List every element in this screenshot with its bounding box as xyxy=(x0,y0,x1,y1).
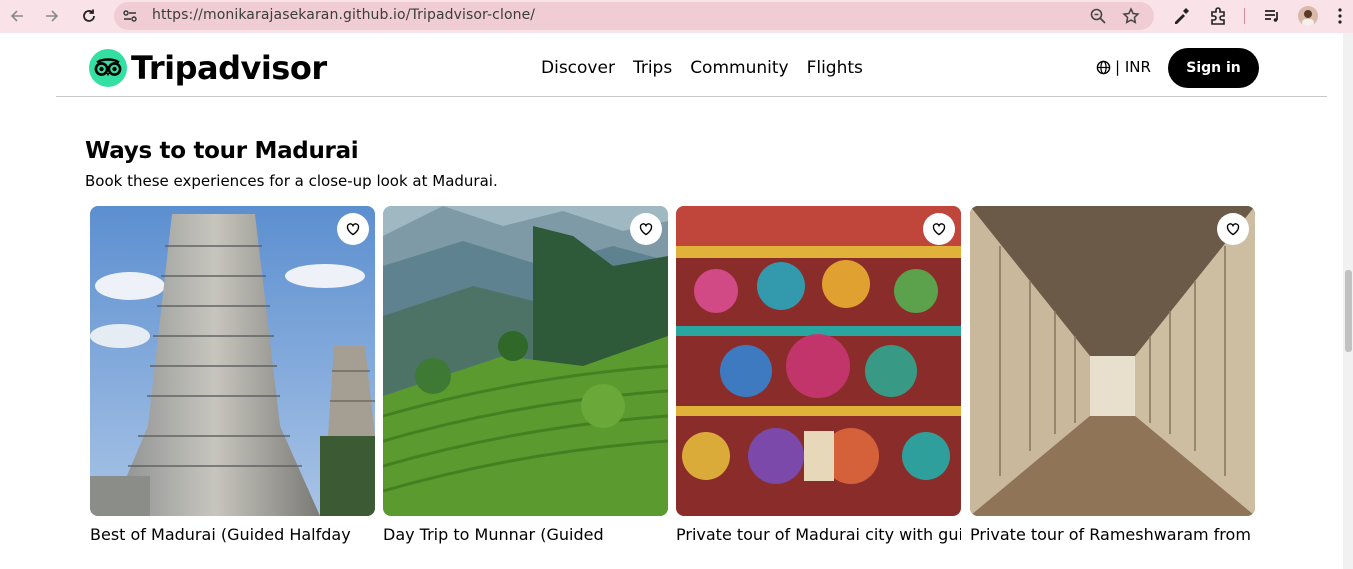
card-title[interactable]: Best of Madurai (Guided Halfday xyxy=(90,525,375,544)
nav-trips[interactable]: Trips xyxy=(633,58,672,78)
logo-text: Tripadvisor xyxy=(131,49,327,87)
browser-toolbar: https://monikarajasekaran.github.io/Trip… xyxy=(0,0,1353,33)
favorite-heart-icon[interactable] xyxy=(1217,213,1249,245)
logo[interactable]: Tripadvisor xyxy=(89,49,327,87)
section-subtitle: Book these experiences for a close-up lo… xyxy=(85,172,498,190)
card-title[interactable]: Day Trip to Munnar (Guided xyxy=(383,525,668,544)
toolbar-divider xyxy=(1244,8,1245,24)
forward-arrow-icon[interactable] xyxy=(41,5,63,27)
nav-community[interactable]: Community xyxy=(690,58,788,78)
scrollbar-thumb[interactable] xyxy=(1345,270,1352,352)
card-image-tea-hills[interactable] xyxy=(383,206,668,516)
media-queue-icon[interactable] xyxy=(1262,6,1282,26)
back-arrow-icon[interactable] xyxy=(6,5,28,27)
site-header: Tripadvisor Discover Trips Community Fli… xyxy=(56,41,1327,97)
nav-flights[interactable]: Flights xyxy=(807,58,863,78)
currency-selector[interactable]: | INR xyxy=(1096,58,1151,76)
owl-logo-icon xyxy=(89,49,127,87)
tour-card[interactable]: Best of Madurai (Guided Halfday xyxy=(90,206,375,544)
globe-icon xyxy=(1096,60,1111,74)
card-image-temple-gopuram[interactable] xyxy=(90,206,375,516)
card-image-temple-corridor[interactable] xyxy=(970,206,1255,516)
reload-icon[interactable] xyxy=(78,5,100,27)
bookmark-star-icon[interactable] xyxy=(1122,7,1140,25)
extensions-puzzle-icon[interactable] xyxy=(1208,6,1228,26)
sign-in-button[interactable]: Sign in xyxy=(1168,48,1259,88)
nav-discover[interactable]: Discover xyxy=(541,58,615,78)
url-text[interactable]: https://monikarajasekaran.github.io/Trip… xyxy=(152,7,535,23)
favorite-heart-icon[interactable] xyxy=(337,213,369,245)
tour-card[interactable]: Day Trip to Munnar (Guided xyxy=(383,206,668,544)
favorite-heart-icon[interactable] xyxy=(630,213,662,245)
site-info-icon[interactable] xyxy=(122,8,138,24)
eyedropper-icon[interactable] xyxy=(1171,6,1191,26)
tour-card[interactable]: Private tour of Rameshwaram from xyxy=(970,206,1255,544)
currency-label: | INR xyxy=(1115,58,1151,76)
zoom-icon[interactable] xyxy=(1089,7,1107,25)
profile-avatar[interactable] xyxy=(1298,6,1318,26)
section-title: Ways to tour Madurai xyxy=(85,138,359,164)
main-nav: Discover Trips Community Flights xyxy=(541,58,863,78)
address-bar[interactable]: https://monikarajasekaran.github.io/Trip… xyxy=(114,2,1154,30)
favorite-heart-icon[interactable] xyxy=(923,213,955,245)
card-title[interactable]: Private tour of Rameshwaram from xyxy=(970,525,1255,544)
tour-card[interactable]: Private tour of Madurai city with guide xyxy=(676,206,961,544)
card-title[interactable]: Private tour of Madurai city with guide xyxy=(676,525,961,544)
browser-menu-icon[interactable] xyxy=(1330,6,1350,26)
card-image-temple-sculptures[interactable] xyxy=(676,206,961,516)
